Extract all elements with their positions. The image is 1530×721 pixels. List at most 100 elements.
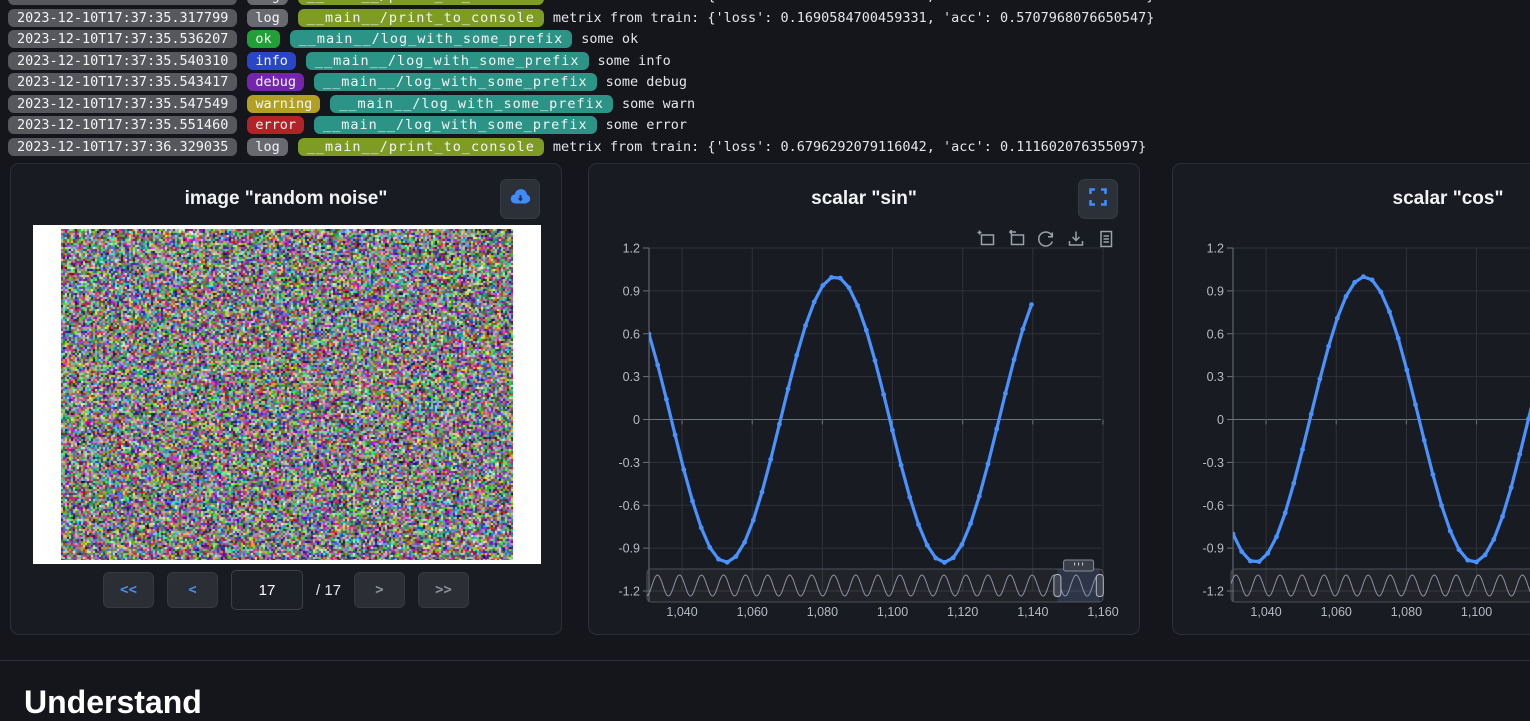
x-tick-label: 1,100 — [877, 605, 908, 619]
timestamp-badge: 2023-12-10T17:37:35.317799 — [8, 0, 237, 5]
logger-badge: __main__/log_with_some_prefix — [314, 73, 597, 91]
timestamp-badge: 2023-12-10T17:37:35.547549 — [8, 95, 237, 113]
log-row: 2023-12-10T17:37:35.547549 warning __main_… — [8, 93, 1530, 115]
data-view-icon[interactable] — [1097, 230, 1115, 248]
cos-chart-card: 1.2 0.9 0.6 0.3 0 -0.3 -0.6 -0.9 -1.2 1,040 1,060 1… — [1172, 163, 1530, 635]
x-tick-label: 1,060 — [737, 605, 768, 619]
x-tick-label: 1,120 — [947, 605, 978, 619]
image-card-title: image "random noise" — [11, 188, 561, 210]
log-rows: 2023-12-10T17:37:35.317799 log __main__/pr… — [8, 0, 1530, 158]
page-number-input[interactable] — [231, 570, 303, 610]
y-tick-label: -0.9 — [618, 542, 640, 556]
log-console: 2023-12-10T17:37:35.317799 log __main__/pr… — [8, 0, 1530, 158]
x-tick-label: 1,080 — [807, 605, 838, 619]
x-tick-label: 1,080 — [1391, 605, 1422, 619]
y-tick-label: -1.2 — [618, 585, 640, 599]
y-tick-label: -0.6 — [618, 499, 640, 513]
y-tick-label: -0.6 — [1202, 499, 1224, 513]
save-image-icon[interactable] — [1067, 230, 1085, 248]
log-message: metrix from train: {'loss': 0.1690584700… — [553, 10, 1154, 26]
x-tick-label: 1,140 — [1017, 605, 1048, 619]
y-tick-label: 0 — [633, 413, 640, 427]
image-figure — [33, 225, 541, 564]
y-tick-label: 0.6 — [623, 327, 640, 341]
log-message: some info — [598, 53, 671, 69]
x-tick-label: 1,060 — [1321, 605, 1352, 619]
log-message: some debug — [606, 74, 687, 90]
level-badge: log — [247, 9, 287, 27]
timestamp-badge: 2023-12-10T17:37:36.329035 — [8, 138, 237, 156]
zoom-box-icon[interactable] — [977, 230, 995, 248]
level-badge: log — [247, 0, 287, 5]
y-tick-label: 0.9 — [623, 284, 640, 298]
log-message: some error — [606, 117, 687, 133]
chart-grid — [643, 248, 1103, 591]
y-tick-label: -0.3 — [1202, 456, 1224, 470]
y-tick-label: -0.9 — [1202, 542, 1224, 556]
fullscreen-button[interactable] — [1078, 179, 1118, 219]
y-tick-label: 1.2 — [623, 242, 640, 256]
image-card: image "random noise" << < / 17 > >> — [10, 163, 562, 635]
datazoom-slider[interactable] — [1231, 569, 1530, 602]
section-divider — [0, 660, 1530, 661]
level-badge: info — [247, 52, 296, 70]
level-badge: debug — [247, 73, 304, 91]
log-message: some warn — [622, 96, 695, 112]
timestamp-badge: 2023-12-10T17:37:35.540310 — [8, 52, 237, 70]
timestamp-badge: 2023-12-10T17:37:35.317799 — [8, 9, 237, 27]
page-total-label: / 17 — [316, 582, 341, 599]
cos-chart[interactable]: 1.2 0.9 0.6 0.3 0 -0.3 -0.6 -0.9 -1.2 1,040 1,060 1… — [1173, 164, 1530, 636]
datazoom-slider[interactable] — [647, 569, 1103, 602]
log-row: 2023-12-10T17:37:35.536207 ok __main__/log… — [8, 29, 1530, 51]
y-tick-label: 0.9 — [1207, 284, 1224, 298]
zoom-reset-icon[interactable] — [1007, 230, 1025, 248]
prev-page-button[interactable]: < — [167, 572, 218, 608]
random-noise-image — [61, 229, 513, 560]
y-tick-label: -1.2 — [1202, 585, 1224, 599]
last-page-button[interactable]: >> — [418, 572, 469, 608]
log-row: 2023-12-10T17:37:35.317799 log __main__/pr… — [8, 0, 1530, 7]
timestamp-badge: 2023-12-10T17:37:35.543417 — [8, 73, 237, 91]
log-row: 2023-12-10T17:37:36.329035 log __main__/pr… — [8, 136, 1530, 158]
x-tick-label: 1,160 — [1087, 605, 1118, 619]
cloud-download-icon — [507, 184, 533, 215]
footer-heading-partial: Understand — [24, 684, 202, 721]
level-badge: error — [247, 116, 304, 134]
log-row: 2023-12-10T17:37:35.317799 log __main__/pr… — [8, 7, 1530, 29]
sin-chart-card: 1.20.90.60.30-0.3-0.6-0.9-1.21,0401,0601… — [588, 163, 1140, 635]
log-message: metrix from train: {'loss': 0.1690584700… — [553, 0, 1154, 4]
log-row: 2023-12-10T17:37:35.551460 error __main__/… — [8, 115, 1530, 137]
restore-icon[interactable] — [1037, 230, 1055, 248]
log-row: 2023-12-10T17:37:35.540310 info __main__/l… — [8, 50, 1530, 72]
y-tick-label: -0.3 — [618, 456, 640, 470]
chart-toolbar — [977, 230, 1115, 248]
logger-badge: __main__/print_to_console — [298, 9, 544, 27]
y-tick-label: 0.6 — [1207, 327, 1224, 341]
logger-badge: __main__/log_with_some_prefix — [290, 30, 573, 48]
log-message: metrix from train: {'loss': 0.6796292079… — [553, 139, 1146, 155]
download-button[interactable] — [500, 179, 540, 219]
logger-badge: __main__/log_with_some_prefix — [314, 116, 597, 134]
logger-badge: __main__/log_with_some_prefix — [330, 95, 613, 113]
y-tick-label: 0 — [1217, 413, 1224, 427]
chart-grid — [1227, 248, 1530, 591]
y-tick-label: 0.3 — [1207, 370, 1224, 384]
level-badge: log — [247, 138, 287, 156]
logger-badge: __main__/log_with_some_prefix — [306, 52, 589, 70]
y-tick-label: 1.2 — [1207, 242, 1224, 256]
x-tick-label: 1,040 — [1250, 605, 1281, 619]
next-page-button[interactable]: > — [354, 572, 405, 608]
logger-badge: __main__/print_to_console — [298, 0, 544, 5]
log-message: some ok — [581, 31, 638, 47]
level-badge: ok — [247, 30, 279, 48]
log-row: 2023-12-10T17:37:35.543417 debug __main__/… — [8, 72, 1530, 94]
x-tick-label: 1,100 — [1461, 605, 1492, 619]
timestamp-badge: 2023-12-10T17:37:35.536207 — [8, 30, 237, 48]
fullscreen-corners-icon — [1089, 188, 1107, 211]
first-page-button[interactable]: << — [103, 572, 154, 608]
level-badge: warning — [247, 95, 320, 113]
logger-badge: __main__/print_to_console — [298, 138, 544, 156]
timestamp-badge: 2023-12-10T17:37:35.551460 — [8, 116, 237, 134]
sin-card-title: scalar "sin" — [589, 188, 1139, 210]
y-tick-label: 0.3 — [623, 370, 640, 384]
